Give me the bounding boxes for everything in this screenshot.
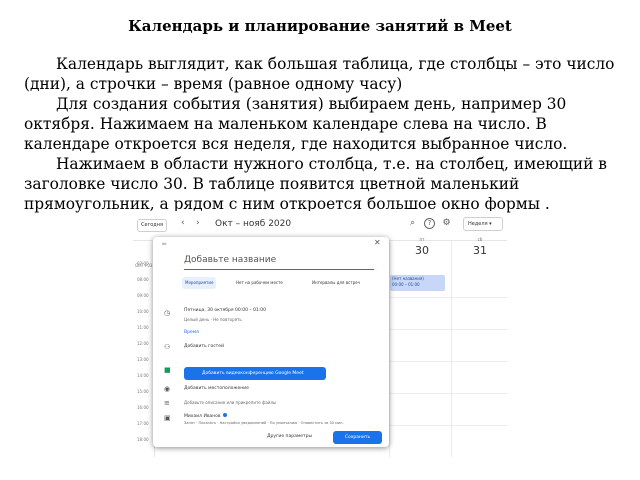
time-label: 16:00 <box>137 405 149 410</box>
calendar-color-dot <box>222 413 227 417</box>
chevron-right-icon[interactable]: › <box>196 218 200 228</box>
time-label: 15:00 <box>137 389 149 394</box>
new-event-block[interactable]: (Нет названия) 00:00 – 01:00 <box>390 275 445 291</box>
event-repeat[interactable]: Целый день · Не повторять <box>184 317 242 322</box>
event-time: 00:00 – 01:00 <box>392 282 420 287</box>
time-label: 18:00 <box>137 437 149 442</box>
meet-icon: ■ <box>164 366 171 374</box>
time-link[interactable]: Время <box>184 330 199 335</box>
help-icon[interactable]: ? <box>424 218 435 229</box>
time-label: 13:00 <box>137 357 149 362</box>
day-header-31[interactable]: сб 31 <box>465 237 495 257</box>
search-icon[interactable]: ⌕ <box>407 218 418 229</box>
tab-appointment-slots[interactable]: Интервалы для встреч <box>309 277 363 289</box>
add-guests-field[interactable]: Добавить гостей <box>184 344 224 349</box>
day-name: сб <box>477 237 483 242</box>
time-label: 11:00 <box>137 325 149 330</box>
drag-handle-icon[interactable]: ═ <box>162 240 166 248</box>
time-label: 17:00 <box>137 421 149 426</box>
owner-name: Михаил Иванов <box>184 413 227 419</box>
view-select[interactable]: Неделя ▾ <box>463 217 503 231</box>
add-location-field[interactable]: Добавить местоположение <box>184 386 249 391</box>
owner-status[interactable]: Занят · Показать · Настройки уведомлений… <box>184 421 344 425</box>
day-divider <box>389 241 390 457</box>
time-label: 10:00 <box>137 309 149 314</box>
today-button[interactable]: Сегодня <box>137 219 167 232</box>
tab-event[interactable]: Мероприятие <box>182 277 217 289</box>
paragraph: Для создания события (занятия) выбираем … <box>24 95 568 153</box>
page-title: Календарь и планирование занятий в Meet <box>128 17 512 35</box>
time-label: 08:00 <box>137 277 149 282</box>
timezone-label: GMT+03 <box>135 263 153 268</box>
date-range: Окт – нояб 2020 <box>215 219 292 229</box>
event-dialog: ═ ✕ Добавьте название Мероприятие Нет на… <box>153 237 389 447</box>
clock-icon: ◷ <box>164 309 171 317</box>
add-meet-button[interactable]: Добавить видеоконференцию Google Meet <box>184 367 326 380</box>
event-title-input[interactable]: Добавьте название <box>184 255 374 270</box>
time-column: 07:00 08:00 09:00 10:00 11:00 12:00 13:0… <box>133 241 155 457</box>
description-icon: ≡ <box>164 399 170 407</box>
day-date: 30 <box>415 244 429 257</box>
close-icon[interactable]: ✕ <box>374 238 381 247</box>
chevron-left-icon[interactable]: ‹ <box>181 218 185 228</box>
location-icon: ◉ <box>164 385 171 393</box>
day-date: 31 <box>473 244 487 257</box>
time-label: 09:00 <box>137 293 149 298</box>
guests-icon: ⚇ <box>164 343 171 351</box>
day-divider <box>451 241 452 457</box>
calendar-screenshot: Сегодня ‹ › Окт – нояб 2020 ⌕ ? ⚙ Неделя… <box>133 211 507 457</box>
tab-out-of-office[interactable]: Нет на рабочем месте <box>233 277 286 289</box>
gear-icon[interactable]: ⚙ <box>441 218 452 229</box>
owner-label: Михаил Иванов <box>184 414 221 419</box>
calendar-icon: ▣ <box>164 414 171 422</box>
event-datetime[interactable]: Пятница, 30 октября 00:00 – 01:00 <box>184 308 266 313</box>
description-field[interactable]: Добавьте описание или прикрепите файлы <box>184 400 276 405</box>
more-options-button[interactable]: Другие параметры <box>267 434 312 439</box>
save-button[interactable]: Сохранить <box>333 431 382 444</box>
paragraph: Нажимаем в области нужного столбца, т.е.… <box>24 155 607 213</box>
paragraph: Календарь выглядит, как большая таблица,… <box>24 55 615 93</box>
day-name: пт <box>419 237 425 242</box>
time-label: 14:00 <box>137 373 149 378</box>
day-header-30[interactable]: пт 30 <box>407 237 437 257</box>
body-text: Календарь выглядит, как большая таблица,… <box>24 54 620 214</box>
time-label: 12:00 <box>137 341 149 346</box>
